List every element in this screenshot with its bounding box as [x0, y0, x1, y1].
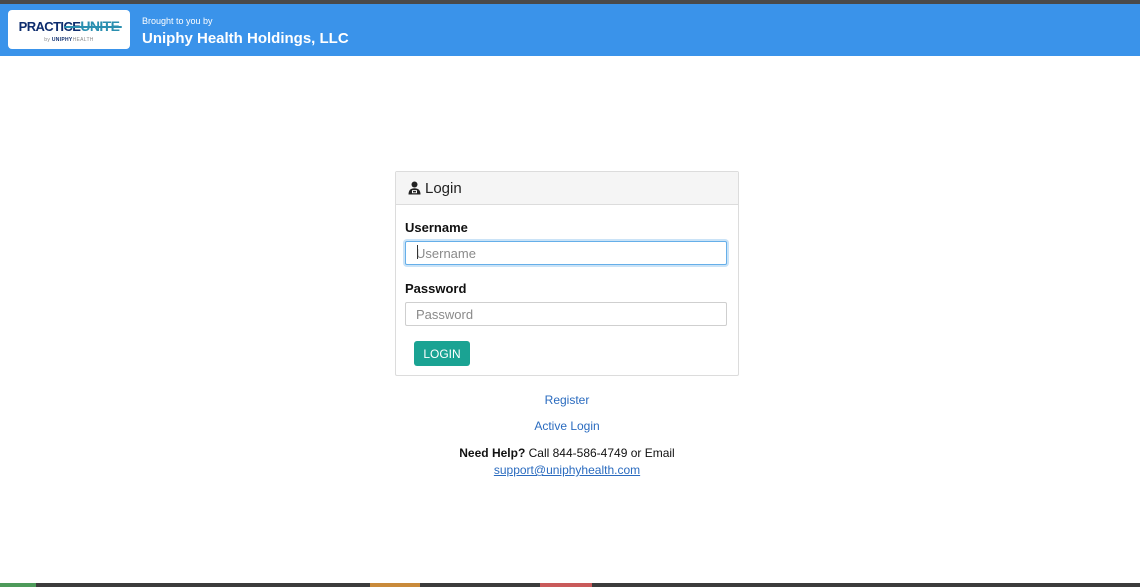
help-bold-label: Need Help? — [459, 446, 526, 460]
bottom-seg-green — [0, 583, 36, 587]
password-label: Password — [405, 281, 467, 296]
user-icon — [408, 181, 421, 195]
text-caret — [417, 245, 418, 259]
login-panel-title: Login — [425, 179, 462, 197]
support-email-link[interactable]: support@uniphyhealth.com — [494, 463, 640, 478]
logo-subtitle: by UNIPHYHEALTH — [44, 36, 94, 43]
register-link[interactable]: Register — [395, 392, 739, 418]
bottom-bar — [0, 583, 1140, 587]
logo-swoosh — [64, 26, 122, 28]
auxiliary-links: Register Active Login Need Help? Call 84… — [395, 392, 739, 479]
login-panel-heading: Login — [396, 172, 738, 205]
password-input[interactable] — [405, 302, 727, 326]
brought-to-you-label: Brought to you by — [142, 16, 213, 26]
header-bar: PRACTICEUNITE by UNIPHYHEALTH Brought to… — [0, 4, 1140, 56]
help-phone-text: Call 844-586-4749 or Email — [528, 446, 675, 460]
username-label: Username — [405, 220, 468, 235]
bottom-seg-orange — [370, 583, 420, 587]
company-name: Uniphy Health Holdings, LLC — [142, 30, 349, 47]
active-login-link[interactable]: Active Login — [395, 418, 739, 444]
login-button[interactable]: LOGIN — [414, 341, 470, 366]
help-text: Need Help? Call 844-586-4749 or Email — [395, 446, 739, 461]
practiceunite-logo[interactable]: PRACTICEUNITE by UNIPHYHEALTH — [8, 10, 130, 49]
bottom-seg-red — [540, 583, 592, 587]
username-input[interactable] — [405, 241, 727, 265]
login-panel: Login Username Password LOGIN — [395, 171, 739, 376]
